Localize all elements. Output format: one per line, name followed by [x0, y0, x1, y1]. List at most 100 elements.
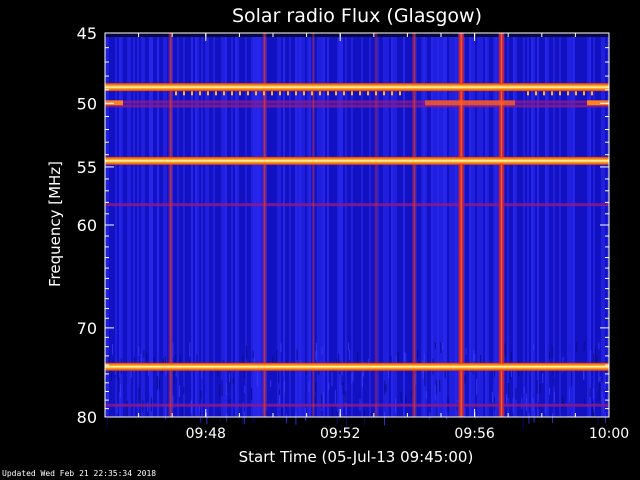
noise-speck: [178, 385, 180, 397]
noise-speck: [138, 346, 140, 357]
noise-speck: [284, 381, 286, 393]
noise-speck: [158, 379, 160, 390]
noise-speck: [321, 347, 323, 355]
noise-speck: [349, 349, 351, 361]
noise-speck: [523, 387, 525, 394]
noise-speck: [446, 411, 448, 420]
noise-speck: [548, 351, 550, 359]
periodic-marker: [551, 91, 553, 96]
noise-speck: [296, 348, 298, 361]
noise-speck: [593, 406, 595, 413]
noise-speck: [251, 388, 253, 400]
noise-speck: [200, 390, 202, 400]
noise-speck: [107, 385, 109, 400]
noise-speck: [108, 356, 110, 363]
horizontal-band: [105, 203, 609, 207]
noise-speck: [173, 370, 175, 385]
noise-speck: [604, 374, 606, 390]
noise-speck: [551, 413, 553, 423]
noise-speck: [442, 342, 444, 351]
plot-area: [105, 33, 609, 431]
periodic-marker: [175, 91, 177, 96]
noise-speck: [506, 397, 508, 404]
noise-speck: [256, 370, 258, 387]
periodic-marker: [583, 91, 585, 96]
periodic-marker: [255, 91, 257, 96]
noise-speck: [119, 384, 121, 398]
noise-speck: [189, 342, 191, 357]
periodic-marker: [223, 91, 225, 96]
noise-speck: [596, 355, 598, 363]
noise-speck: [182, 406, 184, 418]
noise-speck: [183, 386, 185, 394]
noise-speck: [126, 401, 128, 417]
periodic-marker: [543, 91, 545, 96]
horizontal-band: [105, 362, 609, 371]
edge-band: [105, 33, 609, 37]
noise-speck: [404, 352, 406, 361]
noise-speck: [348, 342, 350, 351]
periodic-marker: [559, 91, 561, 96]
noise-speck: [321, 411, 323, 419]
periodic-marker: [295, 91, 297, 96]
noise-speck: [568, 388, 570, 403]
noise-speck: [599, 380, 601, 391]
noise-speck: [473, 350, 475, 364]
noise-speck: [509, 372, 511, 380]
periodic-marker: [343, 91, 345, 96]
edge-band: [425, 100, 515, 106]
periodic-marker: [391, 91, 393, 96]
chart-title: Solar radio Flux (Glasgow): [232, 5, 482, 27]
x-tick-label: 09:56: [454, 426, 494, 442]
noise-speck: [118, 378, 120, 393]
y-tick-label: 55: [77, 158, 97, 177]
noise-speck: [426, 391, 428, 400]
noise-speck: [536, 379, 538, 394]
noise-speck: [384, 380, 386, 395]
horizontal-band: [105, 104, 609, 108]
noise-speck: [571, 372, 573, 387]
periodic-marker: [239, 91, 241, 96]
noise-speck: [465, 348, 467, 355]
noise-speck: [533, 408, 535, 423]
noise-speck: [533, 344, 535, 351]
noise-speck: [172, 342, 174, 357]
noise-speck: [281, 408, 283, 422]
y-tick-label: 70: [77, 319, 97, 338]
x-axis-label: Start Time (05-Jul-13 09:45:00): [239, 448, 474, 466]
noise-speck: [522, 415, 524, 430]
noise-speck: [351, 372, 353, 384]
noise-speck: [229, 378, 231, 385]
noise-speck: [334, 389, 336, 404]
noise-speck: [219, 412, 221, 423]
periodic-marker: [359, 91, 361, 96]
noise-speck: [553, 392, 555, 402]
noise-speck: [304, 407, 306, 421]
periodic-marker: [303, 91, 305, 96]
periodic-marker: [311, 91, 313, 96]
noise-speck: [383, 412, 385, 426]
spectrogram-chart: 09:48 09:52 09:56 10:00 45 50 55 60 70 80 Solar r…: [46, 5, 629, 466]
noise-speck: [551, 345, 553, 359]
noise-speck: [219, 384, 221, 397]
x-tick-label: 10:00: [589, 426, 629, 442]
periodic-marker: [535, 91, 537, 96]
noise-speck: [548, 387, 550, 395]
periodic-marker: [263, 91, 265, 96]
noise-speck: [429, 412, 431, 420]
noise-speck: [542, 373, 544, 383]
noise-speck: [553, 376, 555, 387]
noise-speck: [491, 391, 493, 403]
noise-speck: [179, 354, 181, 364]
noise-speck: [424, 371, 426, 387]
noise-speck: [434, 384, 436, 401]
noise-speck: [315, 351, 317, 361]
noise-speck: [345, 391, 347, 403]
periodic-marker: [527, 91, 529, 96]
noise-speck: [435, 380, 437, 395]
horizontal-band: [105, 83, 609, 92]
noise-speck: [138, 387, 140, 403]
noise-speck: [474, 354, 476, 362]
noise-speck: [417, 352, 419, 359]
noise-speck: [244, 385, 246, 394]
